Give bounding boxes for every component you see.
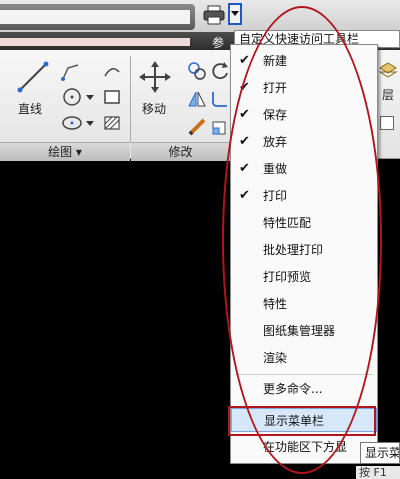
checkmark-icon: ✔	[239, 134, 250, 149]
printer-icon	[203, 5, 225, 25]
menu-item-label: 保存	[263, 108, 288, 122]
menu-item[interactable]: 图纸集管理器	[231, 319, 377, 343]
move-icon	[139, 61, 171, 93]
checkmark-icon: ✔	[239, 188, 250, 203]
arc-tool-button[interactable]	[102, 62, 122, 83]
copy-icon	[188, 62, 206, 80]
menu-item[interactable]: 特性匹配	[231, 211, 377, 235]
checkmark-icon: ✔	[239, 53, 250, 68]
menu-item-show-menubar[interactable]: 显示菜单栏	[231, 408, 377, 432]
checkmark-icon: ✔	[239, 80, 250, 95]
menu-item-label: 特性	[263, 297, 288, 311]
layer-icon	[378, 62, 398, 78]
layer-label: 层	[382, 88, 395, 102]
chevron-down-icon	[231, 11, 239, 16]
print-button[interactable]	[202, 4, 226, 26]
checkmark-icon: ✔	[239, 161, 250, 176]
circle-dropdown[interactable]	[86, 90, 94, 104]
rectangle-icon	[104, 90, 120, 104]
scale-icon	[212, 121, 226, 135]
menu-item[interactable]: ✔ 放弃	[231, 130, 377, 154]
circle-tool-button[interactable]	[60, 86, 84, 111]
tooltip: 显示菜	[360, 442, 400, 464]
menu-item-label: 打印预览	[263, 270, 312, 284]
menu-item[interactable]: 批处理打印	[231, 238, 377, 262]
fillet-tool-button[interactable]	[210, 88, 230, 113]
polyline-tool-button[interactable]	[60, 60, 84, 85]
menu-item[interactable]: ✔ 重做	[231, 157, 377, 181]
pencil-icon	[188, 118, 206, 136]
ellipse-icon	[62, 116, 82, 130]
chevron-down-icon	[86, 95, 94, 100]
menu-item[interactable]: ✔ 新建	[231, 49, 377, 73]
menu-item-label: 图纸集管理器	[263, 324, 336, 338]
erase-tool-button[interactable]	[186, 116, 208, 141]
checkmark-icon: ✔	[239, 107, 250, 122]
modify-panel-title[interactable]: 修改	[131, 142, 230, 161]
menu-separator	[235, 374, 373, 375]
hatch-icon	[104, 116, 120, 130]
rotate-tool-button[interactable]	[210, 60, 230, 85]
circle-icon	[63, 88, 81, 106]
menu-item-label: 更多命令...	[263, 382, 323, 396]
customize-qat-menu: ✔ 新建 ✔ 打开 ✔ 保存 ✔ 放弃 ✔ 重做 ✔ 打印特性匹配批处理打印打印预览特性图纸集管理器渲…	[230, 44, 378, 464]
polyline-icon	[61, 64, 79, 81]
line-icon	[17, 61, 49, 93]
mirror-icon	[188, 91, 206, 107]
move-tool-button[interactable]	[138, 60, 172, 97]
menu-item-label: 重做	[263, 162, 288, 176]
hatch-tool-button[interactable]	[102, 114, 122, 135]
tab-reference[interactable]: 参	[212, 34, 224, 51]
move-tool-label: 移动	[142, 102, 167, 116]
menu-item-label: 特性匹配	[263, 216, 312, 230]
line-tool-label: 直线	[18, 102, 43, 116]
fillet-icon	[212, 92, 227, 107]
ellipse-tool-button[interactable]	[60, 112, 84, 137]
menu-item-label: 渲染	[263, 351, 288, 365]
copy-tool-button[interactable]	[186, 60, 208, 85]
layer-tool-button[interactable]	[378, 60, 398, 83]
menu-separator	[235, 406, 373, 407]
quick-access-toolbar-strip	[0, 10, 190, 24]
qat-dropdown-button[interactable]	[228, 3, 242, 25]
menu-item[interactable]: ✔ 打印	[231, 184, 377, 208]
rectangle-tool-button[interactable]	[102, 88, 122, 109]
draw-panel-title[interactable]: 绘图 ▾	[0, 142, 130, 161]
ribbon-title-strip	[0, 38, 190, 46]
menu-item-label: 批处理打印	[263, 243, 324, 257]
menu-item-more-commands[interactable]: 更多命令...	[231, 377, 377, 401]
menu-item[interactable]: 打印预览	[231, 265, 377, 289]
layer-color-swatch[interactable]	[380, 116, 394, 130]
panel-separator	[130, 56, 131, 142]
menu-item-label: 放弃	[263, 135, 288, 149]
menu-item[interactable]: 特性	[231, 292, 377, 316]
mirror-tool-button[interactable]	[186, 88, 208, 113]
chevron-down-icon	[86, 121, 94, 126]
ellipse-dropdown[interactable]	[86, 116, 94, 130]
menu-item[interactable]: ✔ 打开	[231, 76, 377, 100]
menu-item-show-below-ribbon[interactable]: 在功能区下方显	[231, 435, 377, 459]
rotate-icon	[212, 62, 228, 80]
line-tool-button[interactable]	[16, 60, 50, 97]
menu-item-label: 打开	[263, 81, 288, 95]
menu-item-label: 显示菜单栏	[264, 414, 325, 428]
menu-item-label: 新建	[263, 54, 288, 68]
menu-item-label: 打印	[263, 189, 288, 203]
menu-item-label: 在功能区下方显	[263, 440, 348, 454]
menu-item[interactable]: ✔ 保存	[231, 103, 377, 127]
scale-tool-button[interactable]	[210, 116, 230, 141]
arc-icon	[104, 68, 120, 77]
menu-item[interactable]: 渲染	[231, 346, 377, 370]
tooltip-hint: 按 F1	[356, 466, 400, 479]
